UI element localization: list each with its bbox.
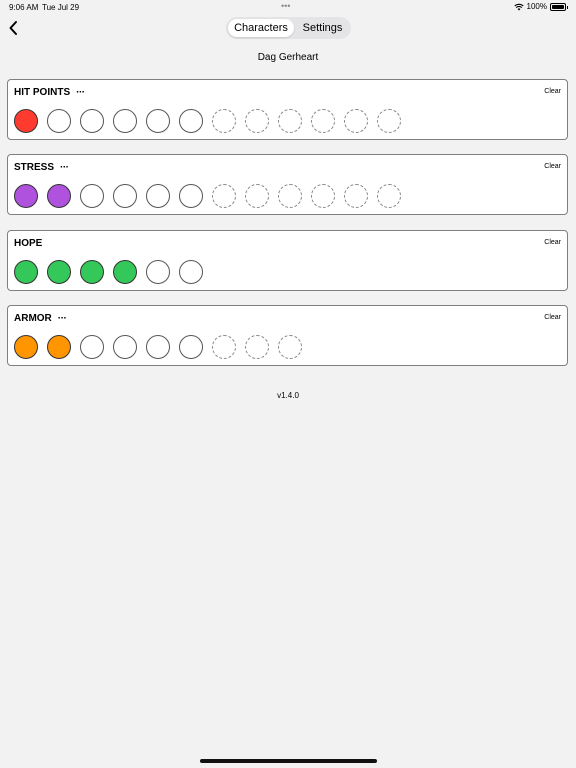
slot-empty[interactable] [179, 109, 203, 133]
clear-button[interactable]: Clear [544, 239, 561, 246]
slot-empty[interactable] [146, 109, 170, 133]
slot-locked[interactable] [212, 184, 236, 208]
slot-empty[interactable] [113, 184, 137, 208]
more-options-icon[interactable]: ··· [58, 313, 67, 324]
clear-button[interactable]: Clear [544, 88, 561, 95]
tracker-card-stress: STRESS ··· Clear [7, 154, 568, 215]
slot-locked[interactable] [278, 335, 302, 359]
slot-empty[interactable] [113, 109, 137, 133]
tracker-title-text: STRESS [14, 162, 55, 173]
slot-locked[interactable] [245, 109, 269, 133]
multitasking-dots-icon[interactable]: ••• [281, 1, 290, 11]
slot-empty[interactable] [146, 184, 170, 208]
slot-empty[interactable] [80, 335, 104, 359]
clear-button[interactable]: Clear [544, 314, 561, 321]
slot-locked[interactable] [278, 109, 302, 133]
back-chevron-icon[interactable] [7, 19, 19, 37]
segmented-control: Characters Settings [226, 17, 351, 39]
more-options-icon[interactable]: ··· [60, 162, 69, 173]
slot-locked[interactable] [377, 109, 401, 133]
slot-locked[interactable] [245, 335, 269, 359]
slot-empty[interactable] [80, 184, 104, 208]
tracker-card-hope: HOPE Clear [7, 230, 568, 291]
slot-locked[interactable] [311, 184, 335, 208]
slot-locked[interactable] [212, 335, 236, 359]
status-right: 100% [513, 2, 568, 11]
slot-filled[interactable] [14, 184, 38, 208]
slot-locked[interactable] [344, 184, 368, 208]
tab-characters[interactable]: Characters [228, 19, 294, 37]
more-options-icon[interactable]: ··· [76, 87, 85, 98]
slot-filled[interactable] [47, 335, 71, 359]
tab-settings[interactable]: Settings [296, 19, 349, 37]
tracker-title: ARMOR ··· [14, 313, 67, 324]
status-bar: 9:06 AM Tue Jul 29 ••• 100% [0, 0, 576, 14]
tracker-title: HIT POINTS ··· [14, 87, 85, 98]
tracker-title: STRESS ··· [14, 162, 69, 173]
slot-filled[interactable] [14, 335, 38, 359]
tracker-title: HOPE [14, 238, 42, 249]
slot-locked[interactable] [212, 109, 236, 133]
status-time: 9:06 AM [9, 3, 39, 12]
home-indicator[interactable] [200, 759, 377, 763]
slot-filled[interactable] [47, 260, 71, 284]
wifi-icon [513, 3, 524, 10]
slot-empty[interactable] [146, 335, 170, 359]
battery-percentage: 100% [526, 2, 547, 11]
version-label: v1.4.0 [277, 391, 299, 400]
slot-locked[interactable] [311, 109, 335, 133]
slot-locked[interactable] [377, 184, 401, 208]
slot-filled[interactable] [14, 109, 38, 133]
tracker-title-text: HOPE [14, 238, 43, 249]
slot-empty[interactable] [179, 335, 203, 359]
slot-empty[interactable] [179, 184, 203, 208]
tracker-title-text: ARMOR [14, 313, 52, 324]
slot-empty[interactable] [179, 260, 203, 284]
slot-filled[interactable] [80, 260, 104, 284]
status-date: Tue Jul 29 [42, 3, 80, 12]
tracker-card-armor: ARMOR ··· Clear [7, 305, 568, 366]
tracker-title-text: HIT POINTS [14, 87, 71, 98]
slot-filled[interactable] [47, 184, 71, 208]
character-name: Dag Gerheart [257, 52, 319, 63]
slot-empty[interactable] [146, 260, 170, 284]
slot-locked[interactable] [245, 184, 269, 208]
slot-empty[interactable] [47, 109, 71, 133]
slot-locked[interactable] [278, 184, 302, 208]
clear-button[interactable]: Clear [544, 163, 561, 170]
slot-locked[interactable] [344, 109, 368, 133]
slot-empty[interactable] [80, 109, 104, 133]
slot-filled[interactable] [14, 260, 38, 284]
tracker-card-hit-points: HIT POINTS ··· Clear [7, 79, 568, 140]
slot-filled[interactable] [113, 260, 137, 284]
battery-icon [550, 2, 568, 11]
slot-empty[interactable] [113, 335, 137, 359]
